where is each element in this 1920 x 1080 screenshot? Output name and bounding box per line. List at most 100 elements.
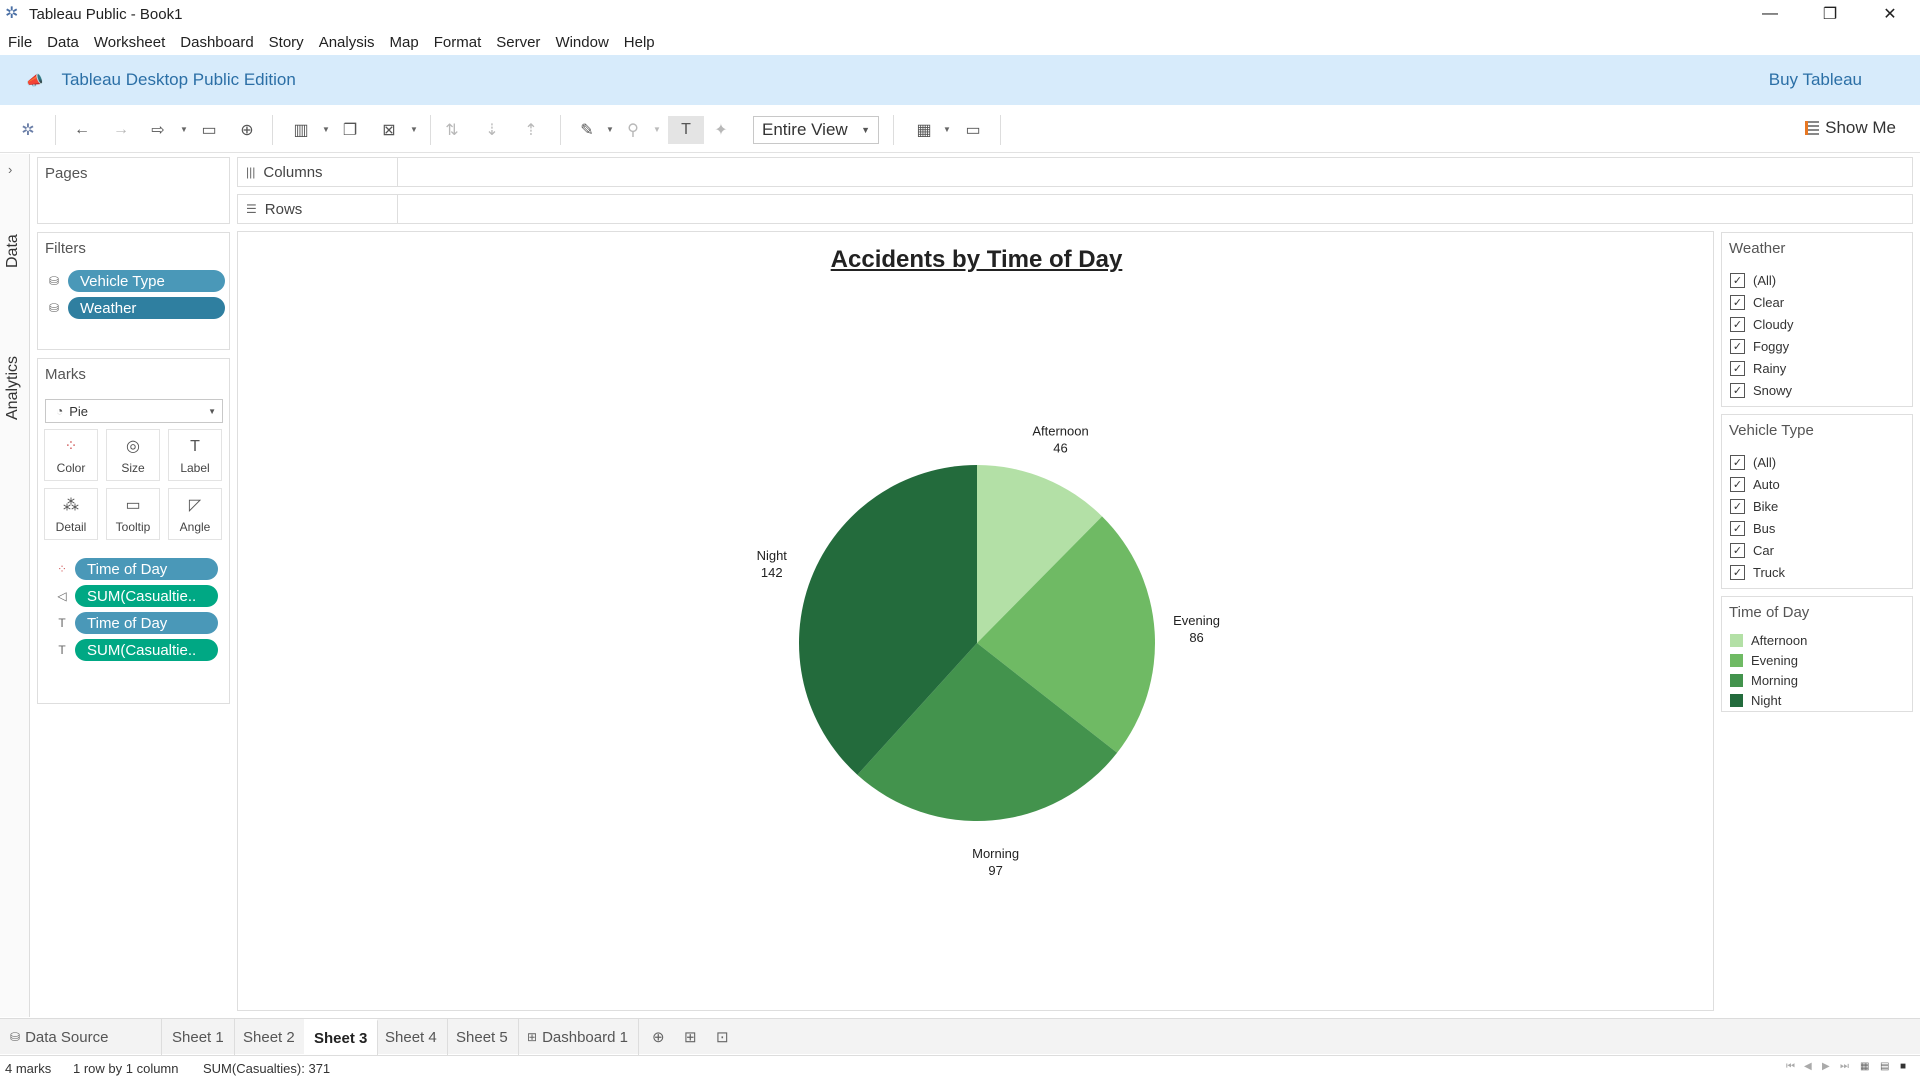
sort-descending-icon[interactable]: ⇡ <box>520 119 542 141</box>
vehicle-option-truck[interactable]: ✓ Truck <box>1730 565 1785 580</box>
group-dropdown-icon[interactable]: ▼ <box>653 125 661 134</box>
highlight-icon[interactable]: ✎ <box>576 119 598 141</box>
analytics-tab[interactable]: Analytics <box>4 356 22 420</box>
vehicle-option-car[interactable]: ✓ Car <box>1730 543 1774 558</box>
show-cards-icon[interactable]: ▦ <box>913 119 935 141</box>
prev-sheet-icon[interactable]: ◀ <box>1804 1061 1812 1072</box>
tabs-view-icon[interactable]: ■ <box>1900 1061 1906 1072</box>
legend-swatch <box>1730 694 1743 707</box>
pie-icon: ◔ <box>56 404 64 418</box>
sort-ascending-icon[interactable]: ⇣ <box>481 119 503 141</box>
close-button[interactable]: ✕ <box>1860 0 1920 28</box>
save-icon[interactable]: ▭ <box>198 119 220 141</box>
weather-option-clear[interactable]: ✓ Clear <box>1730 295 1784 310</box>
vehicle-option-bike[interactable]: ✓ Bike <box>1730 499 1778 514</box>
menu-help[interactable]: Help <box>624 34 655 51</box>
legend-item-afternoon[interactable]: Afternoon <box>1730 633 1807 648</box>
group-members-icon[interactable]: ⚲ <box>622 119 644 141</box>
minimize-button[interactable]: — <box>1740 0 1800 28</box>
highlight-dropdown-icon[interactable]: ▼ <box>606 125 614 134</box>
new-story-icon[interactable]: ⊡ <box>716 1028 729 1046</box>
tab-sheet-1[interactable]: Sheet 1 <box>162 1019 235 1055</box>
replay-dropdown-icon[interactable]: ▼ <box>180 125 188 134</box>
presentation-mode-icon[interactable]: ▭ <box>962 119 984 141</box>
columns-shelf[interactable]: ||| Columns <box>237 157 1913 187</box>
vehicle-option-auto[interactable]: ✓ Auto <box>1730 477 1780 492</box>
columns-shelf-label: ||| Columns <box>238 158 398 186</box>
data-tab[interactable]: Data <box>4 234 22 268</box>
duplicate-sheet-icon[interactable]: ❐ <box>339 119 361 141</box>
weather-option-foggy[interactable]: ✓ Foggy <box>1730 339 1789 354</box>
first-sheet-icon[interactable]: ⏮ <box>1786 1061 1795 1072</box>
show-cards-dropdown-icon[interactable]: ▼ <box>943 125 951 134</box>
menu-file[interactable]: File <box>8 34 32 51</box>
tab-dashboard-1[interactable]: ⊞ Dashboard 1 <box>517 1019 639 1055</box>
swap-rows-columns-icon[interactable]: ⇅ <box>441 119 463 141</box>
menu-story[interactable]: Story <box>269 34 304 51</box>
clear-dropdown-icon[interactable]: ▼ <box>410 125 418 134</box>
sheet-sorter-icon[interactable]: ▦ <box>1860 1061 1869 1072</box>
label-button[interactable]: T Label <box>168 429 222 481</box>
tab-sheet-2[interactable]: Sheet 2 <box>233 1019 306 1055</box>
rows-shelf[interactable]: ☰ Rows <box>237 194 1913 224</box>
vehicle-option-all[interactable]: ✓ (All) <box>1730 455 1776 470</box>
new-data-source-icon[interactable]: ⊕ <box>236 119 258 141</box>
worksheet-view[interactable]: Accidents by Time of Day Afternoon 46 Even… <box>237 231 1714 1011</box>
new-worksheet-icon[interactable]: ⊕ <box>652 1028 665 1046</box>
menu-worksheet[interactable]: Worksheet <box>94 34 165 51</box>
new-dashboard-icon[interactable]: ⊞ <box>684 1028 697 1046</box>
weather-option-all[interactable]: ✓ (All) <box>1730 273 1776 288</box>
last-sheet-icon[interactable]: ⏭ <box>1840 1061 1849 1072</box>
marks-pill-time-of-day-label[interactable]: Time of Day <box>75 612 218 634</box>
undo-icon[interactable]: ← <box>71 119 93 141</box>
menu-data[interactable]: Data <box>47 34 79 51</box>
fix-axes-icon[interactable]: ✦ <box>710 119 732 141</box>
marks-pill-time-of-day-color[interactable]: Time of Day <box>75 558 218 580</box>
color-button[interactable]: ⁘ Color <box>44 429 98 481</box>
menu-analysis[interactable]: Analysis <box>319 34 375 51</box>
expand-pane-icon[interactable]: › <box>8 162 12 177</box>
vehicle-option-bus[interactable]: ✓ Bus <box>1730 521 1775 536</box>
legend-item-morning[interactable]: Morning <box>1730 673 1798 688</box>
status-bar: 4 marks 1 row by 1 column SUM(Casualties… <box>0 1055 1920 1080</box>
filmstrip-icon[interactable]: ▤ <box>1880 1061 1889 1072</box>
legend-item-evening[interactable]: Evening <box>1730 653 1798 668</box>
mark-type-dropdown[interactable]: ◔ Pie ▼ <box>45 399 223 423</box>
show-me-button[interactable]: Show Me <box>1805 118 1896 138</box>
filter-pill-vehicle-type[interactable]: Vehicle Type <box>68 270 225 292</box>
detail-button[interactable]: ⁂ Detail <box>44 488 98 540</box>
tab-sheet-3[interactable]: Sheet 3 <box>304 1019 379 1055</box>
tab-data-source[interactable]: ⛁ Data Source <box>0 1019 162 1055</box>
maximize-button[interactable]: ❐ <box>1800 0 1860 28</box>
marks-pill-casualties-label[interactable]: SUM(Casualtie.. <box>75 639 218 661</box>
next-sheet-icon[interactable]: ▶ <box>1822 1061 1830 1072</box>
size-button[interactable]: ◎ Size <box>106 429 160 481</box>
menu-map[interactable]: Map <box>390 34 419 51</box>
tab-sheet-5[interactable]: Sheet 5 <box>446 1019 519 1055</box>
menu-server[interactable]: Server <box>496 34 540 51</box>
new-worksheet-dropdown-icon[interactable]: ▼ <box>322 125 330 134</box>
menu-window[interactable]: Window <box>555 34 608 51</box>
tooltip-button[interactable]: ▭ Tooltip <box>106 488 160 540</box>
size-label: Size <box>121 461 145 475</box>
new-worksheet-icon[interactable]: ▥ <box>290 119 312 141</box>
pie-chart: Afternoon 46 Evening 86 Morning 97 Night 142 <box>757 423 1220 878</box>
fit-dropdown[interactable]: Entire View ▼ <box>753 116 879 144</box>
replay-icon[interactable]: ⇨ <box>147 119 169 141</box>
menu-dashboard[interactable]: Dashboard <box>180 34 253 51</box>
weather-option-snowy[interactable]: ✓ Snowy <box>1730 383 1792 398</box>
tab-sheet-4[interactable]: Sheet 4 <box>375 1019 448 1055</box>
legend-item-night[interactable]: Night <box>1730 693 1781 708</box>
angle-button[interactable]: ◸ Angle <box>168 488 222 540</box>
marks-pill-casualties-angle[interactable]: SUM(Casualtie.. <box>75 585 218 607</box>
buy-tableau-link[interactable]: Buy Tableau <box>1769 70 1862 90</box>
clear-sheet-icon[interactable]: ⊠ <box>378 119 400 141</box>
tableau-home-icon[interactable]: ✲ <box>17 119 39 141</box>
pages-card[interactable]: Pages <box>37 157 230 224</box>
weather-option-rainy[interactable]: ✓ Rainy <box>1730 361 1786 376</box>
checkbox-checked-icon: ✓ <box>1730 499 1745 514</box>
weather-option-cloudy[interactable]: ✓ Cloudy <box>1730 317 1793 332</box>
menu-format[interactable]: Format <box>434 34 482 51</box>
redo-icon[interactable]: → <box>110 119 132 141</box>
filter-pill-weather[interactable]: Weather <box>68 297 225 319</box>
